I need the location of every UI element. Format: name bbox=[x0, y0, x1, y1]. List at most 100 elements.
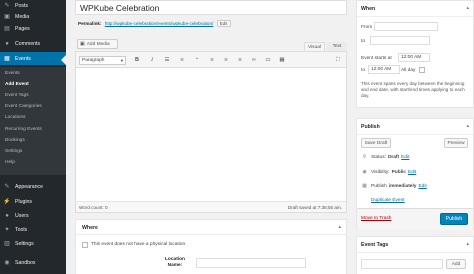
submenu-event-tags[interactable]: Event Tags bbox=[5, 93, 29, 98]
submenu-events[interactable]: Events bbox=[5, 71, 20, 76]
sidebar-item-settings[interactable]: ▥ Settings bbox=[0, 238, 66, 249]
where-title: Where bbox=[82, 225, 98, 231]
status-row: ⚲ Status: Draft Edit bbox=[361, 154, 410, 160]
submenu-recurring-events[interactable]: Recurring Events bbox=[5, 127, 42, 132]
sidebar-item-comments[interactable]: ● Comments bbox=[0, 38, 66, 49]
no-location-checkbox[interactable] bbox=[82, 242, 88, 248]
bold-icon[interactable]: B bbox=[133, 56, 141, 64]
submenu-help[interactable]: Help bbox=[5, 160, 15, 165]
end-time-input[interactable]: 12:00 AM bbox=[368, 65, 400, 74]
sidebar-item-posts[interactable]: ✎ Posts bbox=[0, 0, 66, 11]
collapse-arrow-icon[interactable]: ▴ bbox=[466, 123, 469, 129]
permalink-edit-button[interactable]: Edit bbox=[216, 20, 231, 27]
collapse-arrow-icon[interactable]: ▴ bbox=[338, 224, 341, 230]
to-time-label: to bbox=[361, 68, 366, 73]
align-center-icon[interactable]: ≡ bbox=[222, 56, 230, 64]
numbered-list-icon[interactable]: ≡ bbox=[178, 56, 186, 64]
blockquote-icon[interactable]: “ bbox=[193, 56, 201, 64]
toolbar-toggle-icon[interactable]: ▦ bbox=[278, 56, 286, 64]
content-editor[interactable]: Paragraph ▾ B I ☰ ≡ “ ≡ ≡ ≡ ∞ ▭ ▦ ⛶ Word… bbox=[75, 51, 347, 213]
end-date-input[interactable] bbox=[370, 36, 430, 45]
word-count: Word count: 0 bbox=[79, 205, 108, 210]
add-media-button[interactable]: ▣ Add Media bbox=[77, 39, 118, 49]
all-day-label: All day bbox=[401, 68, 416, 73]
tab-text[interactable]: Text bbox=[327, 42, 347, 51]
sandbox-icon: ◉ bbox=[4, 259, 10, 266]
read-more-icon[interactable]: ▭ bbox=[264, 56, 272, 64]
sidebar-item-appearance[interactable]: ✎ Appearance bbox=[0, 181, 66, 192]
post-title-input[interactable]: WPKube Celebration bbox=[75, 0, 347, 15]
duplicate-event-link[interactable]: Duplicate Event bbox=[371, 198, 405, 203]
submenu-bookings[interactable]: Bookings bbox=[5, 138, 25, 143]
sidebar-item-events[interactable]: ▦ Events bbox=[0, 52, 66, 65]
add-tag-button[interactable]: Add bbox=[446, 259, 466, 269]
where-metabox: Where ▴ This event does not have a physi… bbox=[75, 219, 347, 274]
publish-schedule-row: ▦ Publish immediately Edit bbox=[361, 183, 427, 189]
publish-actions: Move to Trash Publish bbox=[357, 208, 473, 230]
when-note: This event spans every day between the b… bbox=[361, 81, 465, 99]
all-day-checkbox[interactable] bbox=[419, 67, 425, 73]
when-title: When bbox=[361, 6, 376, 12]
tab-visual[interactable]: Visual bbox=[304, 42, 325, 51]
publish-button[interactable]: Publish bbox=[440, 213, 468, 225]
submenu-locations[interactable]: Locations bbox=[5, 115, 26, 120]
submenu-settings[interactable]: Settings bbox=[5, 149, 22, 154]
events-submenu: Events Add Event Event Tags Event Catego… bbox=[0, 67, 66, 175]
calendar-icon: ▦ bbox=[4, 55, 10, 62]
from-label: From bbox=[361, 25, 373, 30]
permalink-url[interactable]: http://wpkube-celebration/events/wpkube-… bbox=[105, 21, 214, 26]
editor-toolbar: Paragraph ▾ B I ☰ ≡ “ ≡ ≡ ≡ ∞ ▭ ▦ ⛶ bbox=[76, 52, 346, 68]
collapse-arrow-icon[interactable]: ▴ bbox=[466, 5, 469, 11]
sidebar-item-label: Settings bbox=[15, 240, 34, 247]
sidebar-item-sandbox[interactable]: ◉ Sandbox bbox=[0, 257, 66, 268]
publish-label: Publish bbox=[371, 183, 387, 189]
sidebar-item-pages[interactable]: ▤ Pages bbox=[0, 23, 66, 34]
chevron-down-icon: ▾ bbox=[120, 58, 123, 63]
publish-schedule-value: immediately bbox=[388, 183, 417, 189]
edit-status-link[interactable]: Edit bbox=[401, 155, 409, 160]
edit-visibility-link[interactable]: Edit bbox=[408, 170, 416, 175]
bullet-list-icon[interactable]: ☰ bbox=[163, 56, 171, 64]
publish-title: Publish bbox=[361, 124, 380, 130]
sidebar-item-media[interactable]: ▣ Media bbox=[0, 11, 66, 22]
save-draft-button[interactable]: Save Draft bbox=[361, 138, 391, 148]
submenu-event-categories[interactable]: Event Categories bbox=[5, 104, 42, 109]
visibility-value: Public bbox=[391, 169, 406, 175]
sidebar-item-plugins[interactable]: ⚡ Plugins bbox=[0, 196, 66, 207]
edit-schedule-link[interactable]: Edit bbox=[418, 184, 426, 189]
sidebar-item-tools[interactable]: ✦ Tools bbox=[0, 224, 66, 235]
plugin-icon: ⚡ bbox=[3, 198, 11, 205]
fullscreen-icon[interactable]: ⛶ bbox=[334, 56, 342, 64]
sidebar-item-users[interactable]: ● Users bbox=[0, 210, 66, 221]
tag-input[interactable] bbox=[361, 259, 443, 269]
sidebar-item-label: Posts bbox=[15, 2, 28, 9]
divider bbox=[357, 16, 473, 17]
media-icon: ▣ bbox=[80, 41, 85, 47]
align-left-icon[interactable]: ≡ bbox=[208, 56, 216, 64]
status-label: Status: bbox=[371, 154, 386, 160]
permalink-label: Permalink: bbox=[78, 21, 102, 26]
italic-icon[interactable]: I bbox=[148, 56, 156, 64]
eye-icon: ◉ bbox=[362, 169, 367, 175]
divider bbox=[76, 234, 346, 235]
link-icon[interactable]: ∞ bbox=[250, 56, 258, 64]
sidebar-item-label: Pages bbox=[15, 25, 30, 32]
editor-status-bar: Word count: 0 Draft saved at 7:36:55 am. bbox=[76, 201, 346, 212]
preview-button[interactable]: Preview bbox=[444, 138, 468, 148]
start-time-input[interactable]: 12:00 AM bbox=[398, 53, 430, 62]
wrench-icon: ✦ bbox=[4, 226, 10, 233]
submenu-add-event[interactable]: Add Event bbox=[5, 82, 29, 87]
format-select[interactable]: Paragraph ▾ bbox=[79, 56, 126, 65]
move-to-trash-link[interactable]: Move to Trash bbox=[361, 216, 391, 221]
pin-icon: ⚲ bbox=[362, 154, 367, 160]
collapse-arrow-icon[interactable]: ▴ bbox=[466, 241, 469, 247]
location-name-input[interactable] bbox=[196, 258, 306, 268]
media-icon: ▣ bbox=[4, 13, 10, 20]
start-date-input[interactable] bbox=[374, 22, 438, 31]
sidebar-item-label: Comments bbox=[15, 40, 41, 47]
active-menu-arrow bbox=[61, 55, 66, 65]
pushpin-icon: ✎ bbox=[4, 2, 10, 9]
align-right-icon[interactable]: ≡ bbox=[236, 56, 244, 64]
event-starts-label: Event starts at bbox=[361, 56, 392, 61]
permalink-row: Permalink: http://wpkube-celebration/eve… bbox=[78, 20, 231, 27]
